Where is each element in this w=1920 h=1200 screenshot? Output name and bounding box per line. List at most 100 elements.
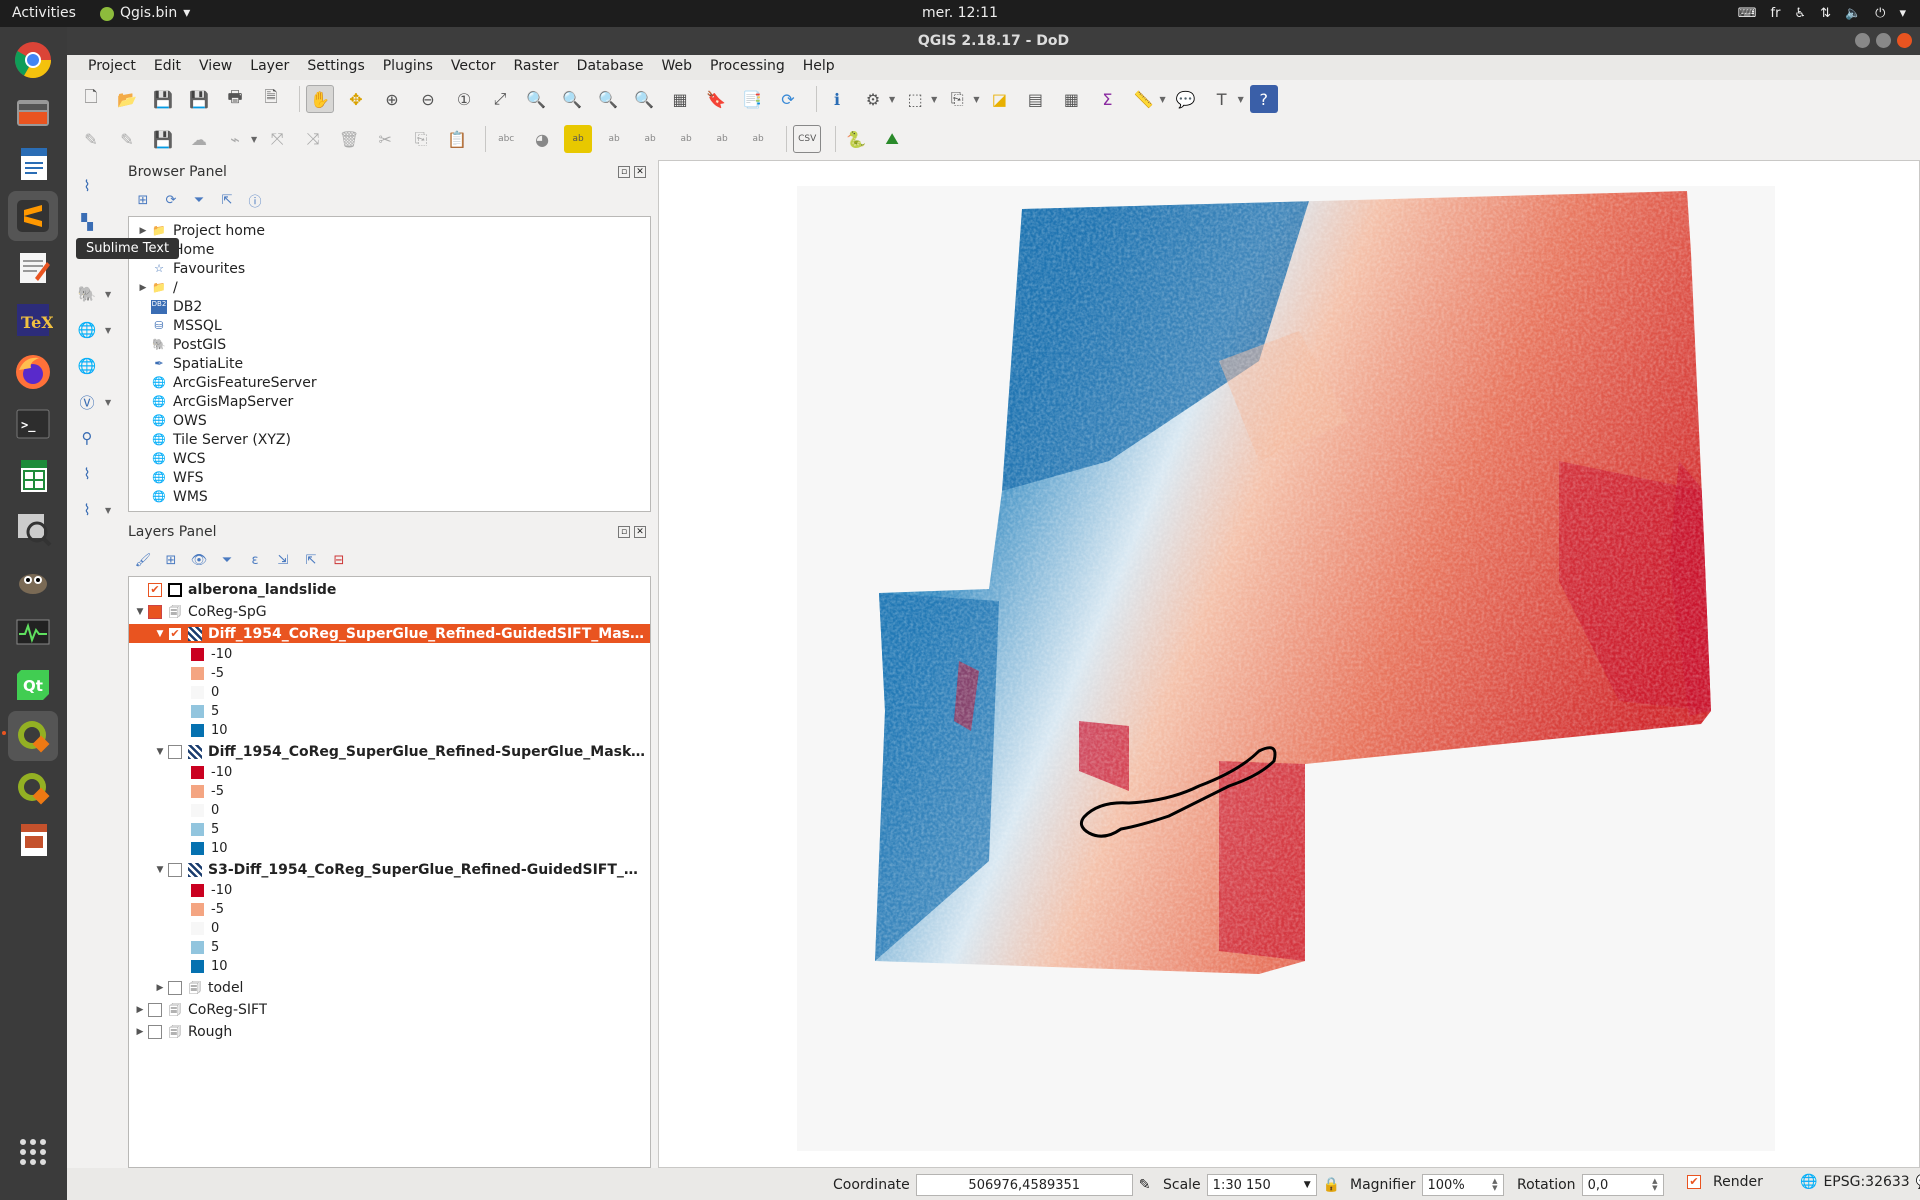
- add-postgis-layer-icon[interactable]: 🐘: [73, 280, 101, 308]
- open-attribute-table-icon[interactable]: ▤: [1021, 85, 1049, 113]
- system-tray[interactable]: ⌨ fr ♿ ⇅ 🔈 ⏻ ▾: [1738, 5, 1906, 22]
- pan-map-icon[interactable]: ✋: [306, 85, 334, 113]
- browser-item[interactable]: ☆ Favourites: [135, 259, 245, 278]
- delete-selected-icon[interactable]: 🗑: [335, 125, 363, 153]
- close-panel-icon[interactable]: ✕: [634, 166, 646, 178]
- pan-to-selection-icon[interactable]: ✥: [342, 85, 370, 113]
- refresh-icon[interactable]: ⟳: [774, 85, 802, 113]
- texmaker-icon[interactable]: TeX: [8, 295, 58, 345]
- browser-tree[interactable]: ▶📁Project home🏠Home☆Favourites▶📁/DB2DB2⛁…: [128, 216, 651, 512]
- new-project-icon[interactable]: 🗋: [77, 85, 105, 113]
- menu-settings[interactable]: Settings: [298, 55, 373, 80]
- layer-row[interactable]: ▶ 🗐 Rough: [129, 1022, 650, 1041]
- add-wms-layer-icon[interactable]: 🌐: [73, 316, 101, 344]
- close-icon[interactable]: [1897, 33, 1912, 48]
- collapse-all-icon[interactable]: ⇱: [218, 191, 236, 209]
- rotation-spinbox[interactable]: 0,0 ▲ ▼: [1581, 1174, 1664, 1196]
- menu-project[interactable]: Project: [79, 55, 145, 80]
- expand-arrow-icon[interactable]: ▼: [132, 607, 148, 617]
- highlight-pinned-labels-icon[interactable]: ab: [564, 125, 593, 153]
- sublime-text-icon[interactable]: [8, 191, 58, 241]
- chrome-icon[interactable]: [8, 35, 58, 85]
- impress-icon[interactable]: [8, 815, 58, 865]
- crs-label[interactable]: EPSG:32633: [1823, 1174, 1909, 1190]
- qt-creator-icon[interactable]: Qt: [8, 659, 58, 709]
- browser-item[interactable]: ▶ 📁 /: [135, 278, 178, 297]
- dropdown-arrow-icon[interactable]: ▼: [1238, 95, 1244, 104]
- add-feature-icon[interactable]: ☁: [185, 125, 213, 153]
- browser-item[interactable]: ⛁ MSSQL: [135, 316, 221, 335]
- zoom-last-icon[interactable]: 🔍: [594, 85, 622, 113]
- magnifier-spinbox[interactable]: 100% ▲ ▼: [1421, 1174, 1504, 1196]
- menu-raster[interactable]: Raster: [505, 55, 568, 80]
- map-tips-icon[interactable]: 💬: [1172, 85, 1200, 113]
- calc-icon[interactable]: [8, 451, 58, 501]
- menu-help[interactable]: Help: [794, 55, 844, 80]
- browser-item[interactable]: 🌐 Tile Server (XYZ): [135, 430, 291, 449]
- zoom-native-icon[interactable]: ①: [450, 85, 478, 113]
- save-project-icon[interactable]: 💾: [149, 85, 177, 113]
- minimize-icon[interactable]: [1855, 33, 1870, 48]
- current-edits-icon[interactable]: ✎: [77, 125, 105, 153]
- layer-row[interactable]: ▶ 🗐 CoReg-SIFT: [129, 1000, 650, 1019]
- paste-features-icon[interactable]: 📋: [443, 125, 471, 153]
- style-manager-icon[interactable]: 🖌: [134, 551, 152, 569]
- show-hide-labels-icon[interactable]: ab: [636, 125, 664, 153]
- layer-visibility-checkbox[interactable]: [148, 1024, 162, 1039]
- browser-item[interactable]: 🌐 OWS: [135, 411, 207, 430]
- show-statistical-summary-icon[interactable]: Σ: [1093, 85, 1121, 113]
- toggle-extents-icon[interactable]: ✎: [1139, 1177, 1151, 1193]
- zoom-to-selection-icon[interactable]: 🔍: [522, 85, 550, 113]
- clock[interactable]: mer. 12:11: [0, 5, 1920, 22]
- layers-tree[interactable]: ✔ alberona_landslide ▼ 🗐 CoReg-SpG ▼ ✔ Diff_195…: [128, 576, 651, 1168]
- add-wcs-layer-icon[interactable]: 🌐: [73, 352, 101, 380]
- layer-labeling-icon[interactable]: abc: [492, 125, 520, 153]
- browser-item[interactable]: DB2 DB2: [135, 297, 202, 316]
- change-label-icon[interactable]: ab: [744, 125, 772, 153]
- cut-features-icon[interactable]: ✂: [371, 125, 399, 153]
- expand-arrow-icon[interactable]: ▼: [152, 747, 168, 757]
- dropdown-arrow-icon[interactable]: ▼: [931, 95, 937, 104]
- menu-edit[interactable]: Edit: [145, 55, 190, 80]
- expand-arrow-icon[interactable]: ▶: [152, 983, 168, 993]
- select-features-icon[interactable]: ⬚: [901, 85, 929, 113]
- dropdown-arrow-icon[interactable]: ▼: [973, 95, 979, 104]
- browser-item[interactable]: ✒ SpatiaLite: [135, 354, 243, 373]
- add-delimited-text-layer-icon[interactable]: CSV: [793, 125, 822, 153]
- qgis-icon[interactable]: [8, 711, 58, 761]
- pin-labels-icon[interactable]: ab: [600, 125, 628, 153]
- map-canvas[interactable]: [658, 160, 1920, 1168]
- expand-arrow-icon[interactable]: ▶: [132, 1005, 148, 1015]
- gimp-icon[interactable]: [8, 555, 58, 605]
- browser-item[interactable]: 🐘 PostGIS: [135, 335, 226, 354]
- zoom-in-icon[interactable]: ⊕: [378, 85, 406, 113]
- run-feature-action-icon[interactable]: ⚙: [859, 85, 887, 113]
- browser-item[interactable]: 🌐 ArcGisFeatureServer: [135, 373, 316, 392]
- crs-globe-icon[interactable]: 🌐: [1800, 1174, 1817, 1190]
- layer-visibility-checkbox[interactable]: ✔: [168, 626, 182, 641]
- zoom-out-icon[interactable]: ⊖: [414, 85, 442, 113]
- file-manager-icon[interactable]: [8, 87, 58, 137]
- add-wfs-layer-icon[interactable]: Ⓥ: [73, 388, 101, 416]
- window-title-bar[interactable]: QGIS 2.18.17 - DoD: [67, 27, 1920, 55]
- layer-row[interactable]: ▼ ✔ Diff_1954_CoReg_SuperGlue_Refined-Guid…: [129, 624, 650, 643]
- expand-arrow-icon[interactable]: ▶: [135, 226, 151, 236]
- deselect-all-icon[interactable]: ◪: [985, 85, 1013, 113]
- dropdown-arrow-icon[interactable]: ▼: [1159, 95, 1165, 104]
- menu-layer[interactable]: Layer: [241, 55, 298, 80]
- spin-arrows-icon[interactable]: ▲ ▼: [1652, 1178, 1657, 1192]
- new-map-view-icon[interactable]: ▦: [666, 85, 694, 113]
- profile-tool-icon[interactable]: ⛰: [878, 125, 906, 153]
- refresh-icon[interactable]: ⟳: [162, 191, 180, 209]
- new-bookmark-icon[interactable]: 🔖: [702, 85, 730, 113]
- add-selected-layer-icon[interactable]: ⊞: [134, 191, 152, 209]
- menu-plugins[interactable]: Plugins: [374, 55, 442, 80]
- layer-visibility-checkbox[interactable]: [148, 1002, 162, 1017]
- properties-icon[interactable]: ⓘ: [246, 191, 264, 210]
- browser-item[interactable]: 🌐 WCS: [135, 449, 205, 468]
- node-tool-icon[interactable]: ⌁: [221, 125, 249, 153]
- open-field-calculator-icon[interactable]: ▦: [1057, 85, 1085, 113]
- spin-arrows-icon[interactable]: ▲ ▼: [1492, 1178, 1497, 1192]
- collapse-all-icon[interactable]: ⇱: [302, 551, 320, 569]
- maximize-icon[interactable]: [1876, 33, 1891, 48]
